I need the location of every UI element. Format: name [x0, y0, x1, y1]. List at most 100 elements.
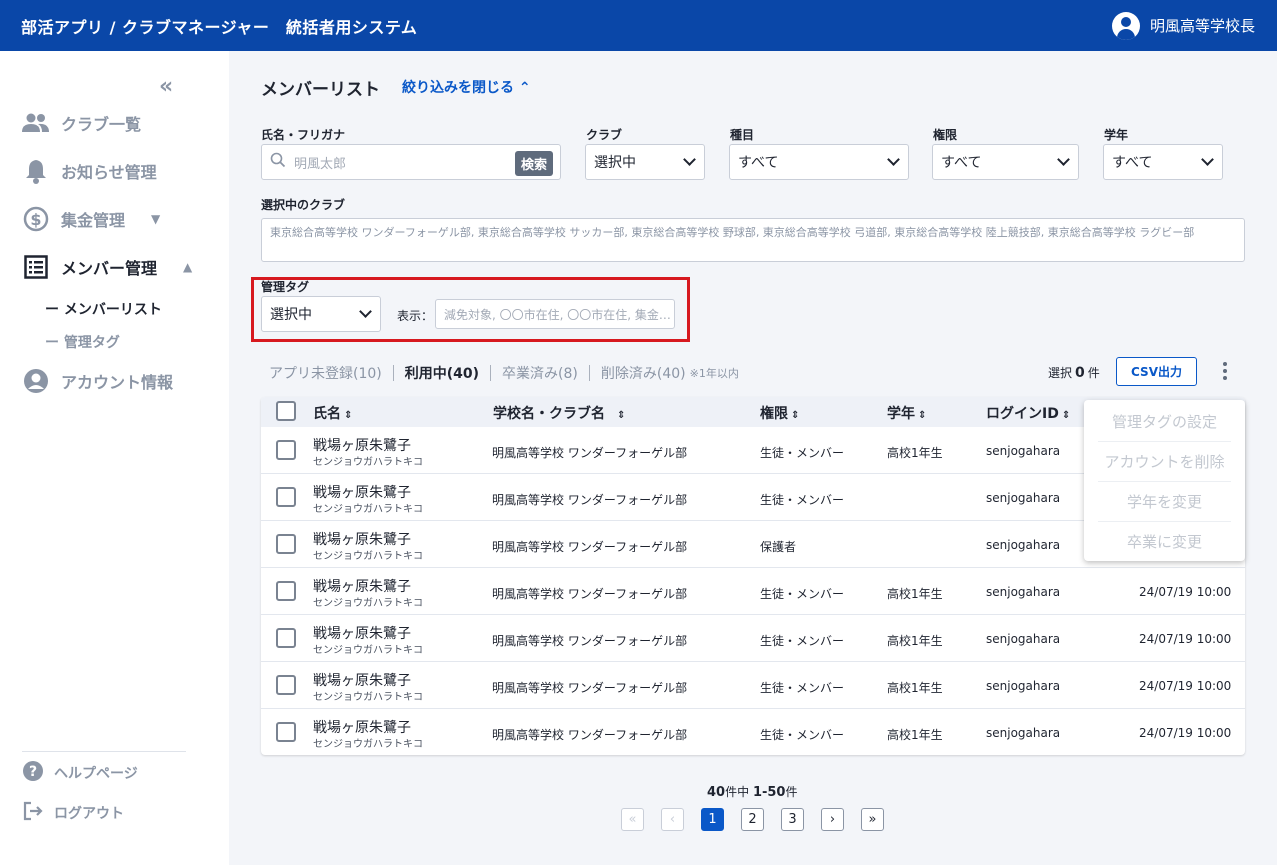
col-school[interactable]: 学校名・クラブ名 ⇕ — [493, 403, 625, 423]
help-link[interactable]: ? ヘルプページ — [22, 760, 138, 786]
page-button-2[interactable]: 2 — [741, 808, 764, 831]
table-row[interactable]: 戦場ヶ原朱鷺子 センジョウガハラトキコ 明風高等学校 ワンダーフォーゲル部 生徒・メン… — [261, 662, 1245, 709]
bulk-action-menu: 管理タグの設定 アカウントを削除 学年を変更 卒業に変更 — [1084, 400, 1245, 561]
next-page-icon[interactable]: › — [821, 808, 844, 831]
login-id: senjogahara — [986, 726, 1061, 740]
tag-filter-label: 管理タグ — [261, 280, 310, 294]
table-row[interactable]: 戦場ヶ原朱鷺子 センジョウガハラトキコ 明風高等学校 ワンダーフォーゲル部 生徒・メン… — [261, 709, 1245, 755]
filter-toggle-link[interactable]: 絞り込みを閉じる ⌃ — [402, 77, 531, 97]
sort-icon: ⇕ — [617, 410, 626, 421]
account-icon — [22, 367, 49, 394]
row-checkbox[interactable] — [276, 722, 296, 742]
menu-item-delete-account[interactable]: アカウントを削除 — [1098, 442, 1231, 482]
member-grade: 高校1年生 — [887, 634, 943, 648]
grade-filter-label: 学年 — [1104, 128, 1129, 142]
club-filter-label: クラブ — [586, 128, 623, 142]
member-name: 戦場ヶ原朱鷺子 — [313, 579, 411, 595]
sidebar-item-label: メンバー管理 — [61, 258, 158, 278]
row-checkbox[interactable] — [276, 675, 296, 695]
member-grade: 高校1年生 — [887, 587, 943, 601]
tab-unregistered[interactable]: アプリ未登録(10) — [269, 363, 382, 383]
user-menu[interactable]: 明風高等学校長 — [1111, 11, 1255, 40]
last-login-date: 24/07/19 10:00 — [1139, 726, 1232, 740]
member-name: 戦場ヶ原朱鷺子 — [313, 673, 411, 689]
page-button-3[interactable]: 3 — [781, 808, 804, 831]
name-search-input[interactable]: 明風太郎 検索 — [261, 144, 561, 180]
col-name-label: 氏名 — [313, 406, 341, 422]
table-row[interactable]: 戦場ヶ原朱鷺子 センジョウガハラトキコ 明風高等学校 ワンダーフォーゲル部 生徒・メン… — [261, 568, 1245, 615]
help-label: ヘルプページ — [54, 766, 138, 782]
svg-text:?: ? — [29, 764, 37, 780]
prev-page-icon[interactable]: ‹ — [661, 808, 684, 831]
col-grade[interactable]: 学年 ⇕ — [887, 403, 926, 423]
category-select[interactable]: すべて — [729, 144, 909, 180]
select-all-checkbox[interactable] — [276, 401, 296, 421]
menu-item-mark-graduated[interactable]: 卒業に変更 — [1098, 522, 1231, 562]
login-id: senjogahara — [986, 444, 1061, 458]
tab-active[interactable]: 利用中(40) — [405, 363, 479, 383]
category-select-value: すべて — [738, 155, 779, 171]
member-role: 生徒・メンバー — [760, 634, 845, 648]
login-id: senjogahara — [986, 538, 1061, 552]
member-grade: 高校1年生 — [887, 728, 943, 742]
chevron-down-icon: ▼ — [151, 211, 161, 226]
pagination-info: 40件中 1-50件 — [707, 783, 798, 800]
list-icon — [22, 253, 49, 280]
role-select[interactable]: すべて — [932, 144, 1079, 180]
logout-link[interactable]: ログアウト — [22, 800, 124, 826]
chevron-up-icon: ⌃ — [518, 80, 531, 96]
row-checkbox[interactable] — [276, 534, 296, 554]
search-button[interactable]: 検索 — [514, 151, 553, 176]
col-role[interactable]: 権限 ⇕ — [760, 403, 799, 423]
school-club: 明風高等学校 ワンダーフォーゲル部 — [492, 493, 688, 507]
tab-graduated[interactable]: 卒業済み(8) — [502, 363, 578, 383]
col-role-label: 権限 — [760, 406, 788, 422]
col-login[interactable]: ログインID ⇕ — [986, 403, 1070, 423]
sidebar-item-clubs[interactable]: クラブ一覧 — [22, 109, 141, 136]
collapse-sidebar-icon[interactable]: ‹‹ — [159, 74, 173, 99]
member-name: 戦場ヶ原朱鷺子 — [313, 626, 411, 642]
member-kana: センジョウガハラトキコ — [313, 645, 423, 656]
sidebar-item-account[interactable]: アカウント情報 — [22, 367, 173, 394]
club-select-value: 選択中 — [594, 155, 636, 171]
sidebar-item-notices[interactable]: お知らせ管理 — [22, 157, 157, 184]
row-checkbox[interactable] — [276, 581, 296, 601]
role-select-value: すべて — [941, 155, 982, 171]
last-login-date: 24/07/19 10:00 — [1139, 632, 1232, 646]
sidebar-item-payments[interactable]: $ 集金管理 ▼ — [22, 205, 160, 232]
table-row[interactable]: 戦場ヶ原朱鷺子 センジョウガハラトキコ 明風高等学校 ワンダーフォーゲル部 生徒・メン… — [261, 615, 1245, 662]
tab-note: ※1年以内 — [689, 367, 739, 380]
menu-item-change-grade[interactable]: 学年を変更 — [1098, 482, 1231, 522]
last-page-icon[interactable]: » — [861, 808, 884, 831]
grade-select[interactable]: すべて — [1103, 144, 1223, 180]
more-options-icon[interactable] — [1223, 362, 1227, 380]
tag-display-field[interactable]: 減免対象, 〇〇市在住, 〇〇市在住, 集金… — [435, 299, 675, 329]
chevron-down-icon — [683, 153, 696, 166]
page-button-1[interactable]: 1 — [701, 808, 724, 831]
status-tabs: アプリ未登録(10) 利用中(40) 卒業済み(8) 削除済み(40) ※1年以… — [269, 363, 739, 383]
tag-select[interactable]: 選択中 — [261, 296, 381, 332]
club-select[interactable]: 選択中 — [585, 144, 705, 180]
category-filter-label: 種目 — [730, 128, 755, 142]
sidebar-item-members[interactable]: メンバー管理 ▲ — [22, 253, 192, 280]
app-header: 部活アプリ / クラブマネージャー 統括者用システム 明風高等学校長 — [0, 0, 1277, 51]
name-search-placeholder: 明風太郎 — [294, 156, 347, 172]
menu-item-set-tags[interactable]: 管理タグの設定 — [1098, 402, 1231, 442]
member-role: 生徒・メンバー — [760, 728, 845, 742]
row-checkbox[interactable] — [276, 487, 296, 507]
row-checkbox[interactable] — [276, 440, 296, 460]
csv-export-button[interactable]: CSV出力 — [1116, 357, 1197, 386]
row-checkbox[interactable] — [276, 628, 296, 648]
sidebar-subitem-member-list[interactable]: ー メンバーリスト — [45, 299, 162, 319]
tab-deleted[interactable]: 削除済み(40) — [601, 363, 686, 383]
sidebar-item-label: お知らせ管理 — [61, 162, 157, 182]
member-name: 戦場ヶ原朱鷺子 — [313, 532, 411, 548]
col-name[interactable]: 氏名 ⇕ — [313, 403, 352, 423]
member-kana: センジョウガハラトキコ — [313, 504, 423, 515]
last-login-date: 24/07/19 10:00 — [1139, 585, 1232, 599]
app-title: 部活アプリ / クラブマネージャー 統括者用システム — [21, 17, 418, 37]
sidebar-item-label: クラブ一覧 — [61, 114, 142, 134]
sidebar-subitem-tags[interactable]: ー 管理タグ — [45, 332, 120, 352]
first-page-icon[interactable]: « — [621, 808, 644, 831]
sidebar-item-label: アカウント情報 — [61, 372, 174, 392]
